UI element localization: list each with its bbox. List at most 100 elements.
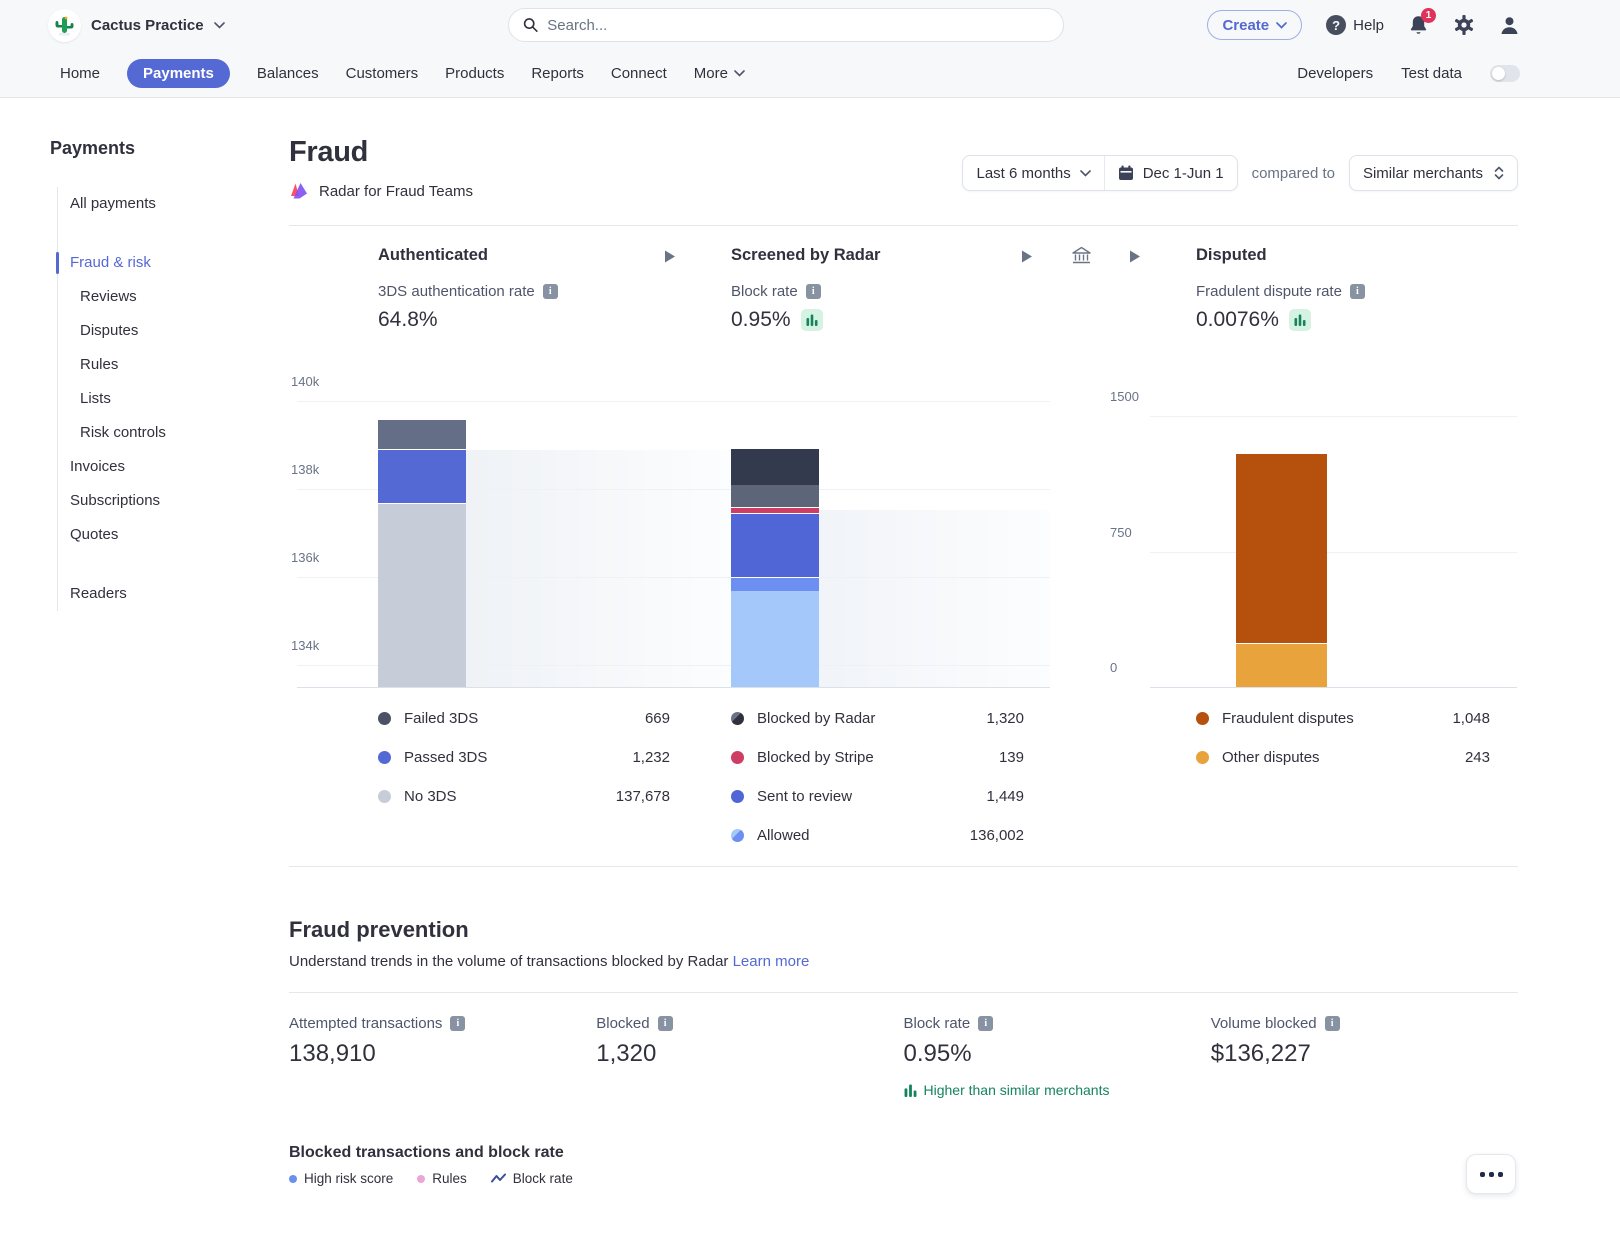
settings-button[interactable] [1453, 14, 1475, 36]
search-icon [523, 17, 538, 33]
info-icon[interactable]: i [1325, 1016, 1340, 1031]
nav-item-payments[interactable]: Payments [127, 59, 230, 88]
nav-item-balances[interactable]: Balances [257, 65, 319, 82]
metric-label: Volume blockedi [1211, 1015, 1518, 1032]
benchmark-select[interactable]: Similar merchants [1349, 155, 1518, 191]
nav-item-products[interactable]: Products [445, 65, 504, 82]
prevention-metrics: Attempted transactionsi138,910Blockedi1,… [289, 993, 1518, 1098]
legend-item-allowed: Allowed136,002 [731, 816, 1024, 855]
learn-more-link[interactable]: Learn more [733, 953, 810, 970]
gridline [1150, 552, 1517, 553]
test-data-toggle[interactable] [1490, 65, 1520, 82]
legend-label: Passed 3DS [404, 749, 619, 766]
nav-item-customers[interactable]: Customers [346, 65, 419, 82]
help-label: Help [1353, 17, 1384, 34]
sidebar-item-disputes[interactable]: Disputes [58, 314, 289, 348]
legend-label: Blocked by Radar [757, 710, 973, 727]
legend-item-other-disputes: Other disputes243 [1196, 738, 1490, 777]
sidebar-heading: Payments [50, 138, 289, 159]
legend-label: Fraudulent disputes [1222, 710, 1439, 727]
sidebar: Payments All payments Fraud & riskReviews… [50, 98, 289, 1186]
main-nav: Home Payments Balances Customers Products Rep… [0, 50, 1620, 97]
up-down-icon [1494, 166, 1504, 180]
benchmark-note: Higher than similar merchants [904, 1082, 1211, 1098]
metric-label-text: Blocked [596, 1015, 649, 1032]
legend-value: 1,449 [986, 788, 1024, 805]
nav-item-more[interactable]: More [694, 65, 745, 82]
info-icon[interactable]: i [543, 284, 558, 299]
sidebar-item-rules[interactable]: Rules [58, 348, 289, 382]
notifications-button[interactable]: 1 [1408, 14, 1429, 36]
legend-item-fraudulent-disputes: Fraudulent disputes1,048 [1196, 699, 1490, 738]
date-picker[interactable]: Dec 1-Jun 1 [1104, 156, 1237, 190]
rules-dot-icon [417, 1175, 425, 1183]
account-button[interactable] [1499, 15, 1520, 36]
calendar-icon [1118, 165, 1134, 181]
bar-segment-fraudulent-disputes [1236, 454, 1327, 643]
create-button[interactable]: Create [1207, 10, 1302, 40]
nav-item-home[interactable]: Home [60, 65, 100, 82]
flow-arrow-icon [1129, 250, 1141, 263]
nav-item-developers[interactable]: Developers [1297, 65, 1373, 82]
info-icon[interactable]: i [978, 1016, 993, 1031]
subchart-legend-label: Block rate [513, 1171, 573, 1186]
nav-item-connect[interactable]: Connect [611, 65, 667, 82]
fraud-prevention-heading: Fraud prevention [289, 917, 1518, 943]
axis-tick-label: 140k [291, 374, 319, 389]
sidebar-item-fraud-risk[interactable]: Fraud & risk [58, 246, 289, 280]
subchart-legend: High risk score Rules Block rate [289, 1171, 1518, 1186]
subchart-legend-label: Rules [432, 1171, 467, 1186]
benchmark-chart-icon[interactable] [801, 309, 823, 331]
nav-item-reports[interactable]: Reports [531, 65, 584, 82]
cactus-icon [55, 15, 74, 36]
high-risk-score-dot-icon [289, 1175, 297, 1183]
content: Payments All payments Fraud & riskReviews… [0, 98, 1620, 1186]
help-button[interactable]: ? Help [1326, 15, 1384, 35]
baseline [1150, 687, 1517, 688]
metric-value-text: 0.95% [731, 308, 791, 332]
baseline [297, 687, 1050, 688]
sidebar-item-reviews[interactable]: Reviews [58, 280, 289, 314]
date-span-label: Dec 1-Jun 1 [1143, 165, 1224, 182]
sidebar-item-lists[interactable]: Lists [58, 382, 289, 416]
search-input[interactable] [547, 17, 1049, 34]
axis-tick-label: 1500 [1110, 389, 1139, 404]
sidebar-item-all-payments[interactable]: All payments [58, 187, 289, 221]
legend-item-failed-3ds: Failed 3DS669 [378, 699, 670, 738]
sidebar-item-risk-controls[interactable]: Risk controls [58, 416, 289, 450]
legend-item-blocked-by-radar: Blocked by Radar1,320 [731, 699, 1024, 738]
flow-arrow-icon [1021, 250, 1033, 263]
info-icon[interactable]: i [658, 1016, 673, 1031]
search-bar[interactable] [508, 8, 1064, 42]
nav-items: Home Payments Balances Customers Products Rep… [60, 59, 745, 88]
benchmark-chart-icon[interactable] [1289, 309, 1311, 331]
funnel-section-title-screened-by-radar: Screened by Radar [731, 246, 880, 265]
info-icon[interactable]: i [806, 284, 821, 299]
metric-value: 1,320 [596, 1040, 903, 1068]
sidebar-item-invoices[interactable]: Invoices [58, 450, 289, 484]
sidebar-item-quotes[interactable]: Quotes [58, 518, 289, 552]
overflow-widget-button[interactable] [1466, 1154, 1516, 1194]
org-switcher[interactable]: Cactus Practice [48, 9, 225, 42]
radar-badge: Radar for Fraud Teams [289, 182, 473, 200]
metric-value: 138,910 [289, 1040, 596, 1068]
legend-column: Blocked by Radar1,320Blocked by Stripe13… [731, 699, 1024, 855]
sidebar-item-readers[interactable]: Readers [58, 577, 289, 611]
subchart-legend-label: High risk score [304, 1171, 393, 1186]
date-range-dropdown[interactable]: Last 6 months [963, 156, 1103, 190]
benchmark-label: Similar merchants [1363, 165, 1483, 182]
legend-label: Allowed [757, 827, 957, 844]
topbar-actions: Create ? Help 1 [1207, 10, 1520, 40]
legend-value: 1,232 [632, 749, 670, 766]
fraud-funnel-section: 140k138k136k134k15007500 Failed 3DS669Pa… [289, 226, 1518, 867]
chevron-down-icon [1080, 170, 1091, 177]
fraud-prevention-section: Fraud prevention Understand trends in th… [289, 867, 1518, 1186]
axis-tick-label: 750 [1110, 525, 1132, 540]
metric-value-3ds-authentication-rate: 64.8% [378, 308, 438, 332]
info-icon[interactable]: i [1350, 284, 1365, 299]
chevron-down-icon [214, 22, 225, 29]
info-icon[interactable]: i [450, 1016, 465, 1031]
no-3ds-dot-icon [378, 790, 391, 803]
sidebar-item-subscriptions[interactable]: Subscriptions [58, 484, 289, 518]
help-icon: ? [1326, 15, 1346, 35]
